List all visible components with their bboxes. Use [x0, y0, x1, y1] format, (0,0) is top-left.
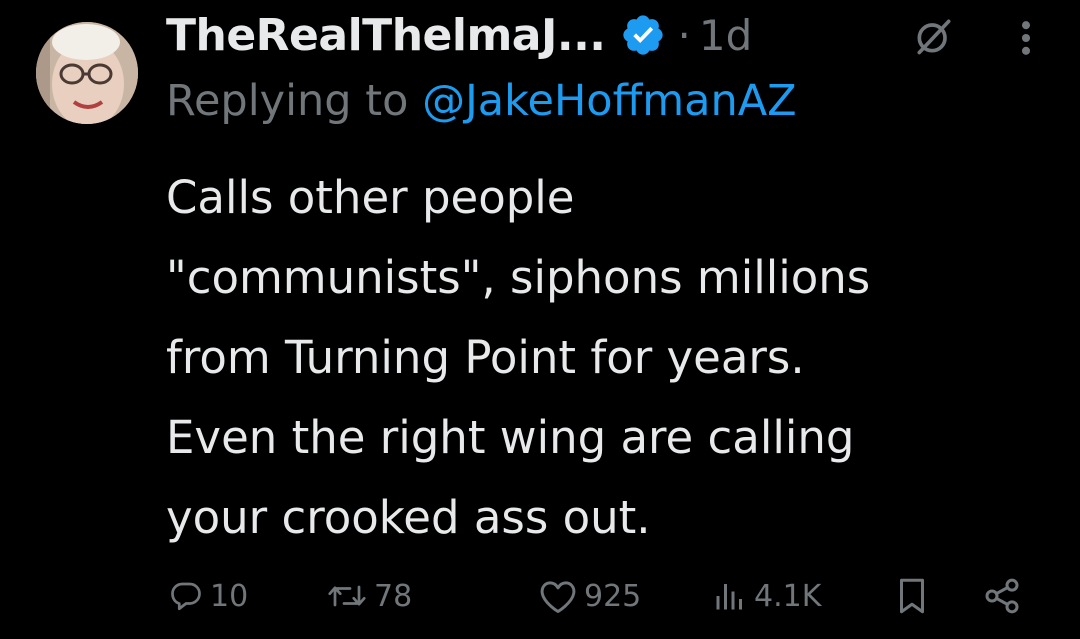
- tweet-text-line: Calls other people: [166, 171, 575, 224]
- tweet-text-line: from Turning Point for years.: [166, 331, 805, 384]
- share-button[interactable]: [982, 566, 1022, 626]
- views-bars-icon: [716, 584, 742, 610]
- tweet-header: TheRealThelmaJ... · 1d: [166, 2, 752, 68]
- tweet-text: Calls other people "communists", siphons…: [166, 158, 1056, 558]
- tweet-text-line: "communists", siphons millions: [166, 251, 871, 304]
- more-vertical-icon[interactable]: [1016, 16, 1036, 60]
- verified-badge-icon: [620, 12, 666, 58]
- like-button[interactable]: 925: [538, 566, 641, 626]
- reply-handle-link[interactable]: @JakeHoffmanAZ: [422, 76, 797, 126]
- reply-icon: [171, 582, 201, 611]
- repost-icon: [328, 585, 366, 607]
- repost-count: 78: [374, 578, 413, 614]
- bookmark-button[interactable]: [894, 566, 930, 626]
- like-count: 925: [584, 578, 642, 614]
- repost-button[interactable]: 78: [326, 566, 412, 626]
- views-count: 4.1K: [754, 578, 822, 614]
- tweet: TheRealThelmaJ... · 1d Replying to @Jake…: [0, 0, 1080, 639]
- share-icon: [985, 578, 1019, 614]
- replying-to-line: Replying to @JakeHoffmanAZ: [166, 76, 797, 126]
- author-display-name[interactable]: TheRealThelmaJ...: [166, 10, 606, 61]
- grok-icon[interactable]: [912, 14, 956, 58]
- tweet-text-line: your crooked ass out.: [166, 491, 651, 544]
- heart-icon: [540, 581, 576, 614]
- timestamp[interactable]: 1d: [699, 11, 752, 60]
- tweet-text-line: Even the right wing are calling: [166, 411, 855, 464]
- reply-count: 10: [210, 578, 249, 614]
- reply-button[interactable]: 10: [168, 566, 248, 626]
- replying-to-label: Replying to: [166, 76, 409, 126]
- avatar-image: [36, 22, 138, 124]
- bookmark-icon: [900, 578, 924, 614]
- separator-dot: ·: [677, 10, 691, 60]
- tweet-action-bar: 10 78 925 4.1K: [0, 566, 1080, 626]
- views-button[interactable]: 4.1K: [712, 566, 821, 626]
- avatar[interactable]: [36, 22, 138, 124]
